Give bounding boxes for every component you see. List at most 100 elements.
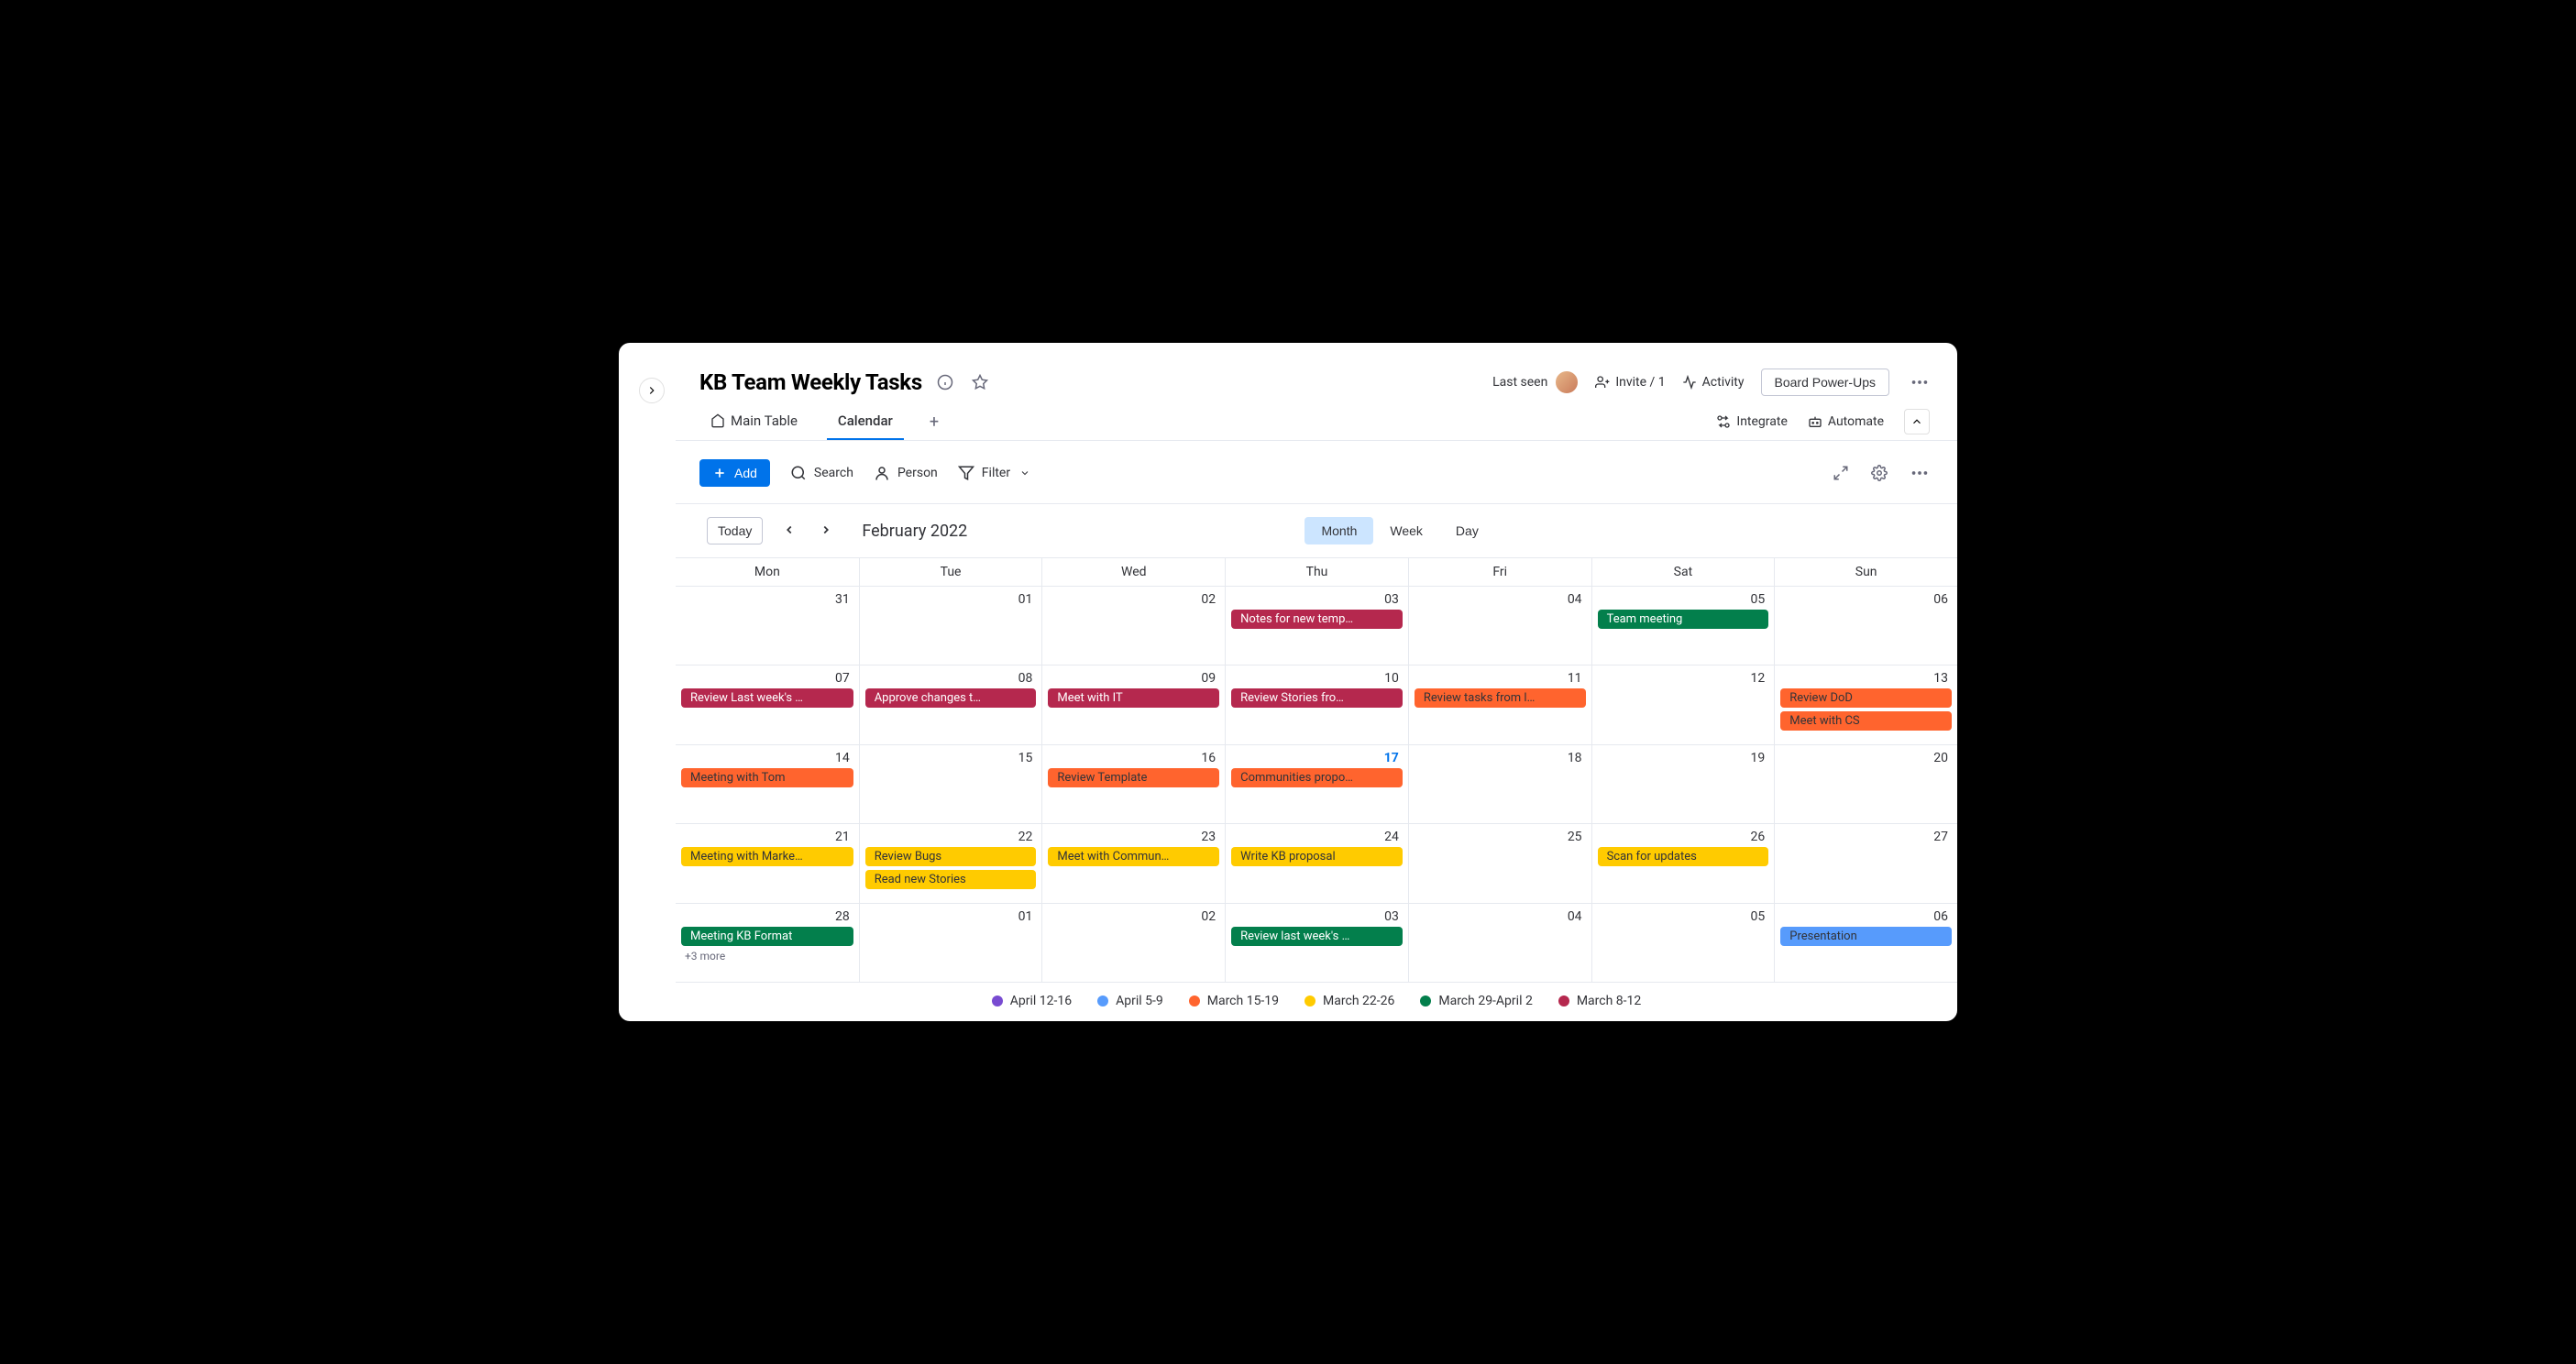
day-cell[interactable]: 06Presentation [1774,904,1957,983]
day-cell[interactable]: 01 [859,587,1042,666]
day-cell[interactable]: 03Notes for new temp… [1225,587,1408,666]
day-cell[interactable]: 16Review Template [1041,745,1225,824]
day-number: 10 [1231,669,1403,688]
legend-item: April 12-16 [992,994,1072,1008]
day-cell[interactable]: 06 [1774,587,1957,666]
day-number: 06 [1780,590,1952,610]
view-more-button[interactable] [1906,459,1933,487]
more-events-link[interactable]: +3 more [681,950,853,962]
person-icon [874,465,890,481]
view-day-button[interactable]: Day [1439,517,1495,544]
calendar-event[interactable]: Review Last week's … [681,688,853,708]
legend-item: March 22-26 [1305,994,1394,1008]
day-cell[interactable]: 14Meeting with Tom [676,745,859,824]
calendar-event[interactable]: Scan for updates [1598,847,1769,866]
automate-button[interactable]: Automate [1808,414,1884,429]
prev-month-button[interactable] [779,520,799,543]
day-cell[interactable]: 07Review Last week's … [676,666,859,744]
info-icon[interactable] [933,370,957,394]
day-cell[interactable]: 20 [1774,745,1957,824]
search-button[interactable]: Search [790,465,853,481]
day-cell[interactable]: 04 [1408,587,1591,666]
day-cell[interactable]: 03Review last week's … [1225,904,1408,983]
day-number: 04 [1415,908,1586,927]
day-cell[interactable]: 18 [1408,745,1591,824]
calendar-event[interactable]: Review tasks from l… [1415,688,1586,708]
tab-calendar[interactable]: Calendar [827,403,904,440]
day-cell[interactable]: 17Communities propo… [1225,745,1408,824]
day-number: 24 [1231,828,1403,847]
day-cell[interactable]: 02 [1041,587,1225,666]
dow-header: Wed [1041,558,1225,587]
day-cell[interactable]: 31 [676,587,859,666]
day-cell[interactable]: 01 [859,904,1042,983]
collapse-header-button[interactable] [1904,409,1930,434]
day-cell[interactable]: 26Scan for updates [1591,824,1775,903]
day-cell[interactable]: 15 [859,745,1042,824]
add-tab-button[interactable]: + [922,412,946,432]
calendar-event[interactable]: Presentation [1780,927,1952,946]
view-week-button[interactable]: Week [1373,517,1439,544]
power-ups-button[interactable]: Board Power-Ups [1761,368,1890,396]
last-seen[interactable]: Last seen [1492,370,1579,394]
calendar-event[interactable]: Review Template [1048,768,1219,787]
day-cell[interactable]: 11Review tasks from l… [1408,666,1591,744]
day-cell[interactable]: 09Meet with IT [1041,666,1225,744]
day-cell[interactable]: 27 [1774,824,1957,903]
calendar-event[interactable]: Meet with IT [1048,688,1219,708]
settings-button[interactable] [1867,461,1891,485]
day-cell[interactable]: 28Meeting KB Format+3 more [676,904,859,983]
calendar-event[interactable]: Review DoD [1780,688,1952,708]
calendar-event[interactable]: Review last week's … [1231,927,1403,946]
view-month-button[interactable]: Month [1305,517,1373,544]
calendar-event[interactable]: Review Stories fro… [1231,688,1403,708]
day-cell[interactable]: 04 [1408,904,1591,983]
day-cell[interactable]: 08Approve changes t… [859,666,1042,744]
calendar-event[interactable]: Notes for new temp… [1231,610,1403,629]
day-cell[interactable]: 12 [1591,666,1775,744]
integrate-button[interactable]: Integrate [1716,414,1788,429]
add-button[interactable]: Add [699,459,770,487]
day-cell[interactable]: 05 [1591,904,1775,983]
calendar-event[interactable]: Read new Stories [865,870,1037,889]
expand-sidebar-button[interactable] [639,378,665,403]
more-menu-button[interactable] [1906,368,1933,396]
calendar-event[interactable]: Approve changes t… [865,688,1037,708]
calendar-event[interactable]: Meeting with Tom [681,768,853,787]
calendar-event[interactable]: Meeting KB Format [681,927,853,946]
star-icon[interactable] [968,370,992,394]
next-month-button[interactable] [816,520,836,543]
calendar-event[interactable]: Review Bugs [865,847,1037,866]
day-number: 03 [1231,908,1403,927]
day-cell[interactable]: 23Meet with Commun… [1041,824,1225,903]
invite-button[interactable]: Invite / 1 [1595,375,1665,390]
search-icon [790,465,807,481]
day-number: 21 [681,828,853,847]
tab-main-table[interactable]: Main Table [699,403,809,440]
day-number: 26 [1598,828,1769,847]
calendar-event[interactable]: Team meeting [1598,610,1769,629]
day-cell[interactable]: 10Review Stories fro… [1225,666,1408,744]
calendar-event[interactable]: Communities propo… [1231,768,1403,787]
person-filter-button[interactable]: Person [874,465,938,481]
day-number: 02 [1048,590,1219,610]
fullscreen-button[interactable] [1829,461,1853,485]
filter-button[interactable]: Filter [958,465,1030,481]
calendar-event[interactable]: Write KB proposal [1231,847,1403,866]
day-cell[interactable]: 24Write KB proposal [1225,824,1408,903]
calendar-event[interactable]: Meeting with Marke… [681,847,853,866]
month-label: February 2022 [862,522,967,541]
day-number: 11 [1415,669,1586,688]
day-cell[interactable]: 19 [1591,745,1775,824]
calendar-event[interactable]: Meet with Commun… [1048,847,1219,866]
day-cell[interactable]: 13Review DoDMeet with CS [1774,666,1957,744]
activity-button[interactable]: Activity [1682,375,1745,390]
day-cell[interactable]: 21Meeting with Marke… [676,824,859,903]
today-button[interactable]: Today [707,517,763,544]
day-cell[interactable]: 25 [1408,824,1591,903]
day-number: 15 [865,749,1037,768]
day-cell[interactable]: 22Review BugsRead new Stories [859,824,1042,903]
day-cell[interactable]: 05Team meeting [1591,587,1775,666]
calendar-event[interactable]: Meet with CS [1780,711,1952,731]
day-cell[interactable]: 02 [1041,904,1225,983]
